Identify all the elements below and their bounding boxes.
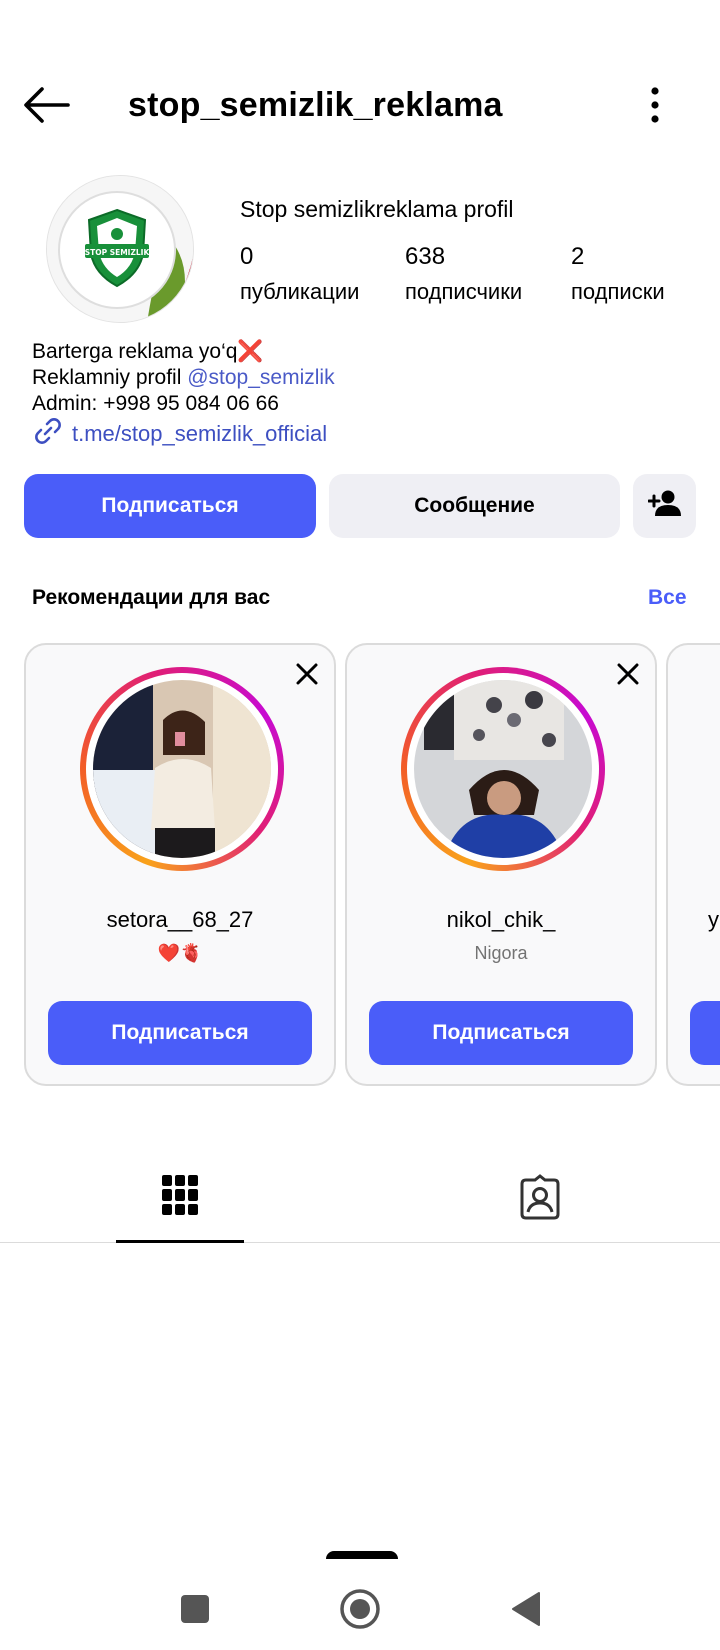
close-icon[interactable] (294, 661, 320, 687)
top-bar: stop_semizlik_reklama (0, 70, 720, 140)
stat-following-value: 2 (571, 243, 585, 270)
follow-button[interactable]: Подписаться (24, 474, 316, 538)
more-options-icon[interactable] (640, 82, 670, 128)
recommended-subtitle: ❤️🫀 (157, 943, 203, 963)
recents-square-icon[interactable] (172, 1586, 218, 1632)
grid-icon (160, 1173, 200, 1222)
home-circle-icon[interactable] (337, 1586, 383, 1632)
avatar (93, 680, 271, 858)
profile-bio: Barterga reklama yo‘q❌ Reklamniy profil … (32, 339, 335, 417)
suggest-users-button[interactable] (633, 474, 696, 538)
recommendation-card[interactable]: y (666, 643, 720, 1086)
bio-line-2: Reklamniy profil @stop_semizlik (32, 365, 335, 391)
avatar (414, 680, 592, 858)
stat-posts[interactable]: 0 публикации (240, 243, 359, 305)
recommendation-card[interactable]: setora__68_27 ❤️🫀 Подписаться (24, 643, 336, 1086)
recommendations-title: Рекомендации для вас (32, 586, 271, 609)
stat-posts-value: 0 (240, 243, 254, 270)
back-arrow-icon[interactable] (22, 84, 70, 126)
profile-display-name: Stop semizlikreklama profil (240, 196, 514, 222)
gesture-indicator (326, 1551, 398, 1559)
profile-avatar[interactable]: STOP SEMIZLIK (46, 175, 194, 323)
stat-following[interactable]: 2 подписки (571, 243, 665, 305)
recommendation-card[interactable]: nikol_chik_ Nigora Подписаться (345, 643, 657, 1086)
bio-line-2-prefix: Reklamniy profil (32, 366, 188, 389)
bio-mention-link[interactable]: @stop_semizlik (187, 366, 334, 389)
see-all-link[interactable]: Все (648, 586, 687, 610)
stat-following-label: подписки (571, 279, 665, 304)
tab-tagged[interactable] (476, 1155, 604, 1243)
page-title: stop_semizlik_reklama (128, 86, 503, 124)
stat-followers-label: подписчики (405, 279, 523, 304)
profile-tabs (0, 1155, 720, 1243)
recommended-subtitle: Nigora (474, 943, 528, 963)
tab-posts-grid[interactable] (116, 1155, 244, 1243)
story-ring (401, 667, 605, 871)
stat-followers-value: 638 (405, 243, 446, 270)
stat-posts-label: публикации (240, 279, 360, 304)
recommended-follow-button[interactable]: Подписаться (369, 1001, 633, 1065)
profile-external-link[interactable]: t.me/stop_semizlik_official (32, 418, 327, 450)
recommended-username[interactable]: nikol_chik_ (347, 907, 655, 933)
link-icon (32, 415, 64, 453)
bio-line-3: Admin: +998 95 084 06 66 (32, 392, 279, 415)
recommended-follow-button[interactable]: Подписаться (48, 1001, 312, 1065)
stat-followers[interactable]: 638 подписчики (405, 243, 522, 305)
avatar-logo-text: STOP SEMIZLIK (85, 248, 151, 257)
system-navigation-bar (0, 1560, 720, 1650)
bio-line-1: Barterga reklama yo‘q❌ (32, 340, 264, 363)
recommended-username[interactable]: y (708, 907, 719, 933)
link-text: t.me/stop_semizlik_official (72, 421, 328, 446)
back-triangle-icon[interactable] (503, 1586, 549, 1632)
recommended-follow-button[interactable] (690, 1001, 720, 1065)
add-person-icon (647, 488, 682, 524)
message-button[interactable]: Сообщение (329, 474, 620, 538)
recommended-username[interactable]: setora__68_27 (26, 907, 334, 933)
close-icon[interactable] (615, 661, 641, 687)
tagged-person-icon (517, 1173, 563, 1225)
story-ring (80, 667, 284, 871)
